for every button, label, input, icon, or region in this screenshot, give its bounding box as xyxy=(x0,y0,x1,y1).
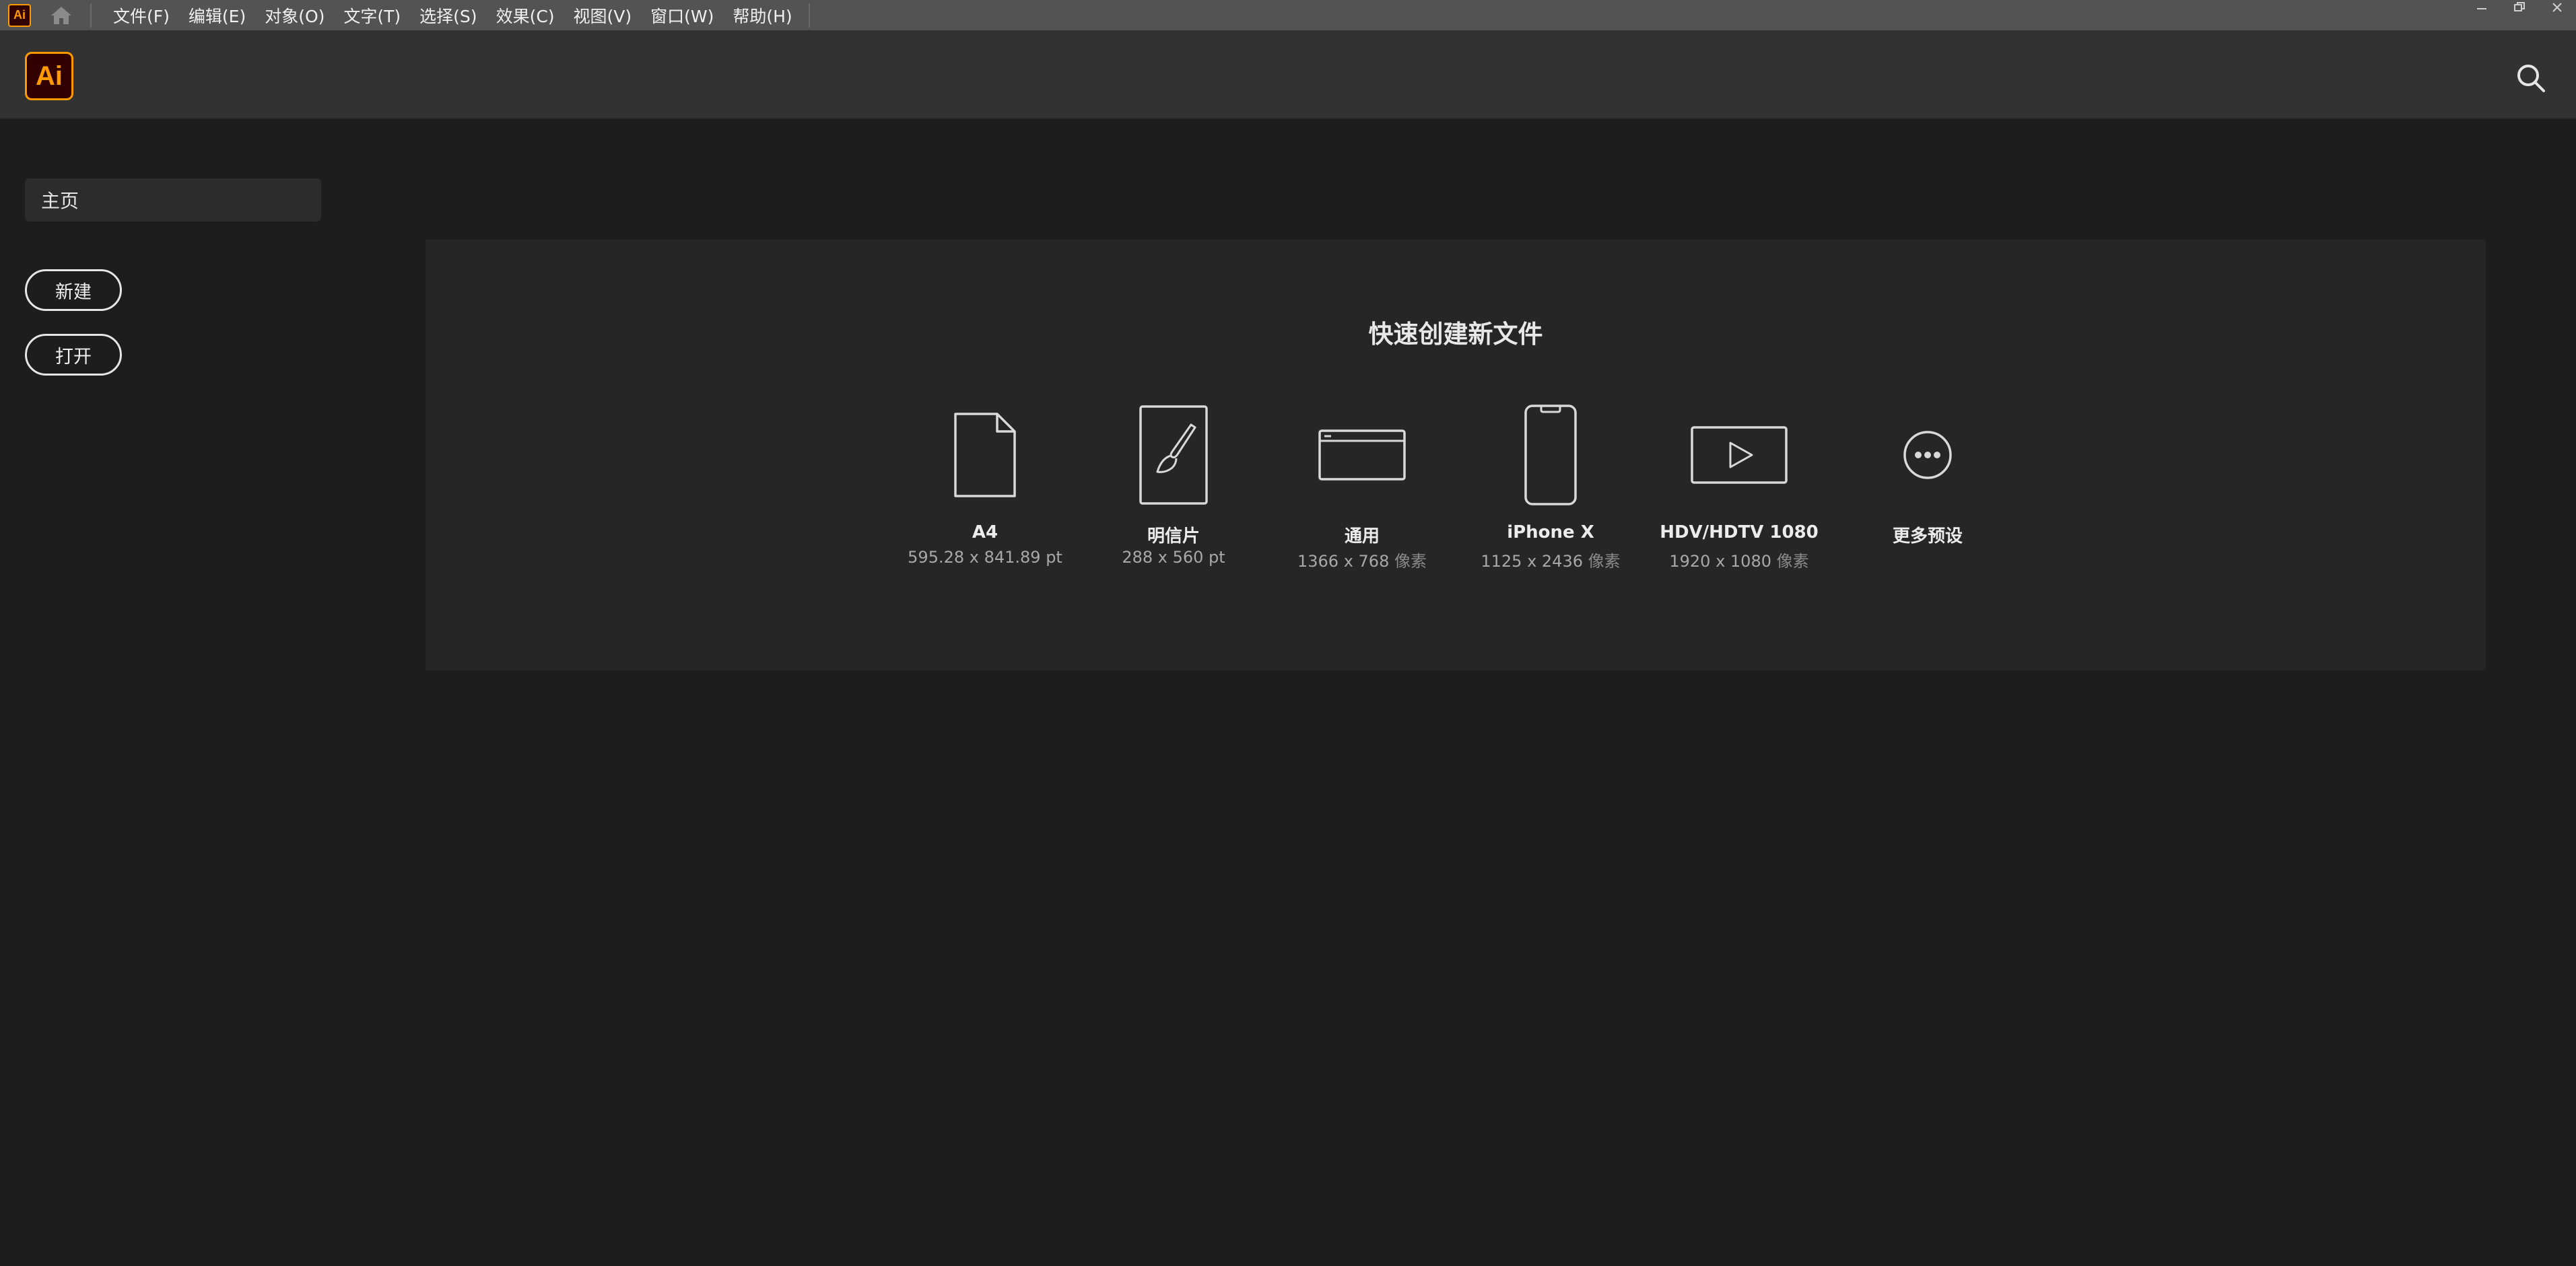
preset-iphone-x[interactable]: iPhone X 1125 x 2436 像素 xyxy=(1463,401,1638,590)
menu-effect[interactable]: 效果(C) xyxy=(487,0,564,30)
brush-card-icon xyxy=(1086,401,1261,509)
preset-size: 1125 x 2436 像素 xyxy=(1481,552,1621,571)
preset-more[interactable]: 更多预设 xyxy=(1840,401,2015,590)
more-icon xyxy=(1840,401,2015,509)
video-play-icon xyxy=(1652,401,1827,509)
menu-separator-end xyxy=(808,3,810,28)
illustrator-logo: Ai xyxy=(25,52,73,100)
sidebar-home-label: 主页 xyxy=(41,190,79,212)
logo-label: Ai xyxy=(36,61,63,91)
menu-type[interactable]: 文字(T) xyxy=(334,0,410,30)
home-icon[interactable] xyxy=(44,0,78,30)
preset-hdtv-1080[interactable]: HDV/HDTV 1080 1920 x 1080 像素 xyxy=(1652,401,1827,590)
open-button[interactable]: 打开 xyxy=(25,334,122,376)
illustrator-app-icon[interactable]: Ai xyxy=(8,3,31,27)
browser-window-icon xyxy=(1275,401,1450,509)
preset-name: 更多预设 xyxy=(1892,526,1963,547)
preset-size: 288 x 560 pt xyxy=(1122,548,1225,567)
preset-name: iPhone X xyxy=(1507,522,1594,542)
preset-name: 明信片 xyxy=(1147,526,1200,547)
preset-name: A4 xyxy=(972,522,998,542)
close-icon[interactable] xyxy=(2538,0,2576,15)
preset-name: HDV/HDTV 1080 xyxy=(1660,522,1819,542)
preset-common[interactable]: 通用 1366 x 768 像素 xyxy=(1275,401,1450,590)
sidebar-item-home[interactable]: 主页 xyxy=(25,178,321,221)
menu-select[interactable]: 选择(S) xyxy=(410,0,486,30)
minimize-icon[interactable] xyxy=(2463,0,2501,15)
window-controls xyxy=(2463,0,2576,15)
app-header: Ai xyxy=(0,30,2576,119)
menu-separator xyxy=(90,3,92,28)
menu-window[interactable]: 窗口(W) xyxy=(641,0,723,30)
menu-edit[interactable]: 编辑(E) xyxy=(179,0,255,30)
preset-size: 1920 x 1080 像素 xyxy=(1669,552,1809,571)
search-icon[interactable] xyxy=(2513,60,2549,96)
preset-postcard[interactable]: 明信片 288 x 560 pt xyxy=(1086,401,1261,590)
menu-help[interactable]: 帮助(H) xyxy=(723,0,801,30)
app-icon-label: Ai xyxy=(13,8,26,22)
restore-icon[interactable] xyxy=(2501,0,2538,15)
quick-create-title: 快速创建新文件 xyxy=(1368,320,1543,349)
preset-name: 通用 xyxy=(1344,526,1380,547)
preset-size: 1366 x 768 像素 xyxy=(1297,552,1427,571)
menu-file[interactable]: 文件(F) xyxy=(104,0,179,30)
phone-icon xyxy=(1463,401,1638,509)
menu-bar: Ai 文件(F) 编辑(E) 对象(O) 文字(T) 选择(S) 效果(C) 视… xyxy=(0,0,2576,30)
document-icon xyxy=(897,401,1073,509)
menu-object[interactable]: 对象(O) xyxy=(255,0,334,30)
preset-size: 595.28 x 841.89 pt xyxy=(908,548,1062,567)
new-button[interactable]: 新建 xyxy=(25,269,122,311)
preset-a4[interactable]: A4 595.28 x 841.89 pt xyxy=(897,401,1073,590)
quick-create-panel: 快速创建新文件 A4 595.28 x 841.89 pt 明信片 288 x … xyxy=(426,240,2486,670)
menu-view[interactable]: 视图(V) xyxy=(564,0,642,30)
